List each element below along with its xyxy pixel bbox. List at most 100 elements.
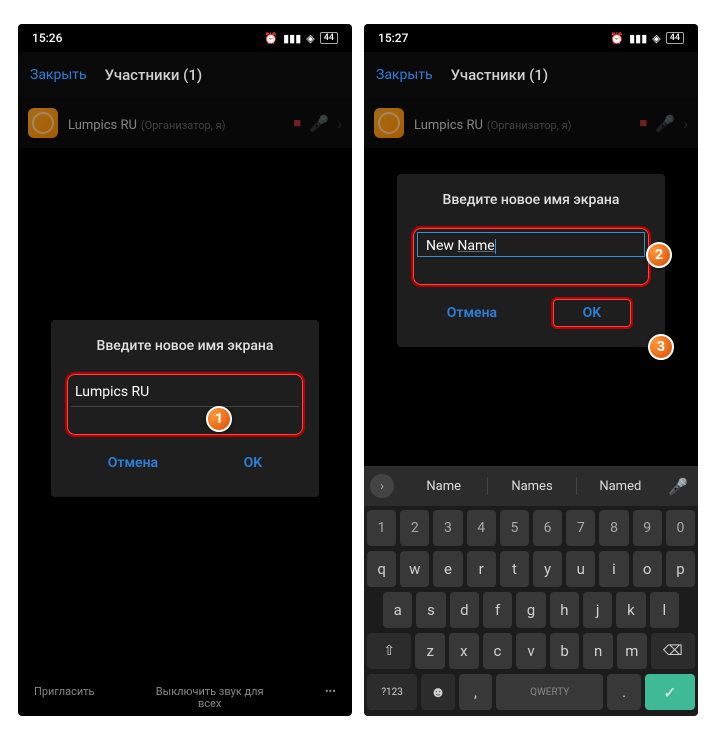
participant-row[interactable]: Lumpics RU (Организатор, я) ■ 🎤 › xyxy=(18,98,352,148)
key-b[interactable]: b xyxy=(550,633,580,669)
invite-button[interactable]: Пригласить xyxy=(34,686,95,710)
keyboard-suggestion-bar: › Name Names Named 🎤 xyxy=(364,466,698,506)
key-q[interactable]: q xyxy=(367,551,396,587)
callout-badge-3: 3 xyxy=(648,334,674,360)
key-c[interactable]: c xyxy=(483,633,513,669)
bottom-bar: Пригласить Выключить звук для всех ••• xyxy=(18,686,352,710)
expand-suggestions-icon[interactable]: › xyxy=(370,474,394,498)
suggestion-2[interactable]: Names xyxy=(490,473,573,500)
alarm-icon: ⏰ xyxy=(264,32,278,45)
name-input[interactable]: New Name xyxy=(422,232,500,260)
key-f[interactable]: f xyxy=(483,592,512,628)
avatar xyxy=(28,108,58,138)
cancel-button[interactable]: Отмена xyxy=(429,297,515,329)
chevron-right-icon: › xyxy=(683,114,688,133)
status-bar: 15:26 ⏰ ▮▮▮ ◈ 44 xyxy=(18,24,352,52)
key-z[interactable]: z xyxy=(415,633,445,669)
key-o[interactable]: o xyxy=(633,551,662,587)
signal-icon: ▮▮▮ xyxy=(629,32,647,45)
key-shift[interactable]: ⇧ xyxy=(367,633,411,669)
phone-screenshot-left: 15:26 ⏰ ▮▮▮ ◈ 44 Закрыть Участники (1) L… xyxy=(18,24,352,716)
suggestion-1[interactable]: Name xyxy=(402,473,485,500)
key-2[interactable]: 2 xyxy=(400,510,429,546)
key-n[interactable]: n xyxy=(583,633,613,669)
dialog-title: Введите новое имя экрана xyxy=(65,338,305,354)
key-emoji[interactable]: ☻ xyxy=(421,674,454,710)
key-6[interactable]: 6 xyxy=(533,510,562,546)
dialog-title: Введите новое имя экрана xyxy=(411,192,651,208)
key-r[interactable]: r xyxy=(467,551,496,587)
wifi-icon: ◈ xyxy=(306,32,314,45)
camera-icon: ■ xyxy=(639,115,647,131)
suggestion-3[interactable]: Named xyxy=(579,473,662,500)
key-symbols[interactable]: ?123 xyxy=(367,674,417,710)
participant-name: Lumpics RU xyxy=(68,118,137,133)
virtual-keyboard: 1 2 3 4 5 6 7 8 9 0 q w e r t y u i o p … xyxy=(364,506,698,716)
header-title: Участники (1) xyxy=(105,66,203,84)
ok-button[interactable]: OK xyxy=(226,447,281,479)
key-y[interactable]: y xyxy=(533,551,562,587)
key-a[interactable]: a xyxy=(383,592,412,628)
app-header: Закрыть Участники (1) xyxy=(18,52,352,98)
phone-screenshot-right: 15:27 ⏰ ▮▮▮ ◈ 44 Закрыть Участники (1) L… xyxy=(364,24,698,716)
header-title: Участники (1) xyxy=(451,66,549,84)
participant-meta: (Организатор, я) xyxy=(141,119,226,132)
battery-indicator: 44 xyxy=(320,32,338,44)
key-k[interactable]: k xyxy=(616,592,645,628)
key-l[interactable]: l xyxy=(650,592,679,628)
key-e[interactable]: e xyxy=(433,551,462,587)
ok-button[interactable]: OK xyxy=(551,297,634,329)
more-button[interactable]: ••• xyxy=(325,686,336,710)
name-input-wrapper[interactable]: New Name xyxy=(417,232,645,257)
rename-dialog: Введите новое имя экрана New Name Отмена… xyxy=(397,174,665,347)
key-period[interactable]: . xyxy=(607,674,640,710)
callout-highlight-1: Lumpics RU xyxy=(65,372,305,437)
chevron-right-icon: › xyxy=(337,114,342,133)
mic-icon: 🎤 xyxy=(655,114,675,133)
key-0[interactable]: 0 xyxy=(666,510,695,546)
key-v[interactable]: v xyxy=(516,633,546,669)
key-h[interactable]: h xyxy=(550,592,579,628)
status-bar: 15:27 ⏰ ▮▮▮ ◈ 44 xyxy=(364,24,698,52)
key-9[interactable]: 9 xyxy=(633,510,662,546)
key-x[interactable]: x xyxy=(449,633,479,669)
participant-meta: (Организатор, я) xyxy=(487,119,572,132)
close-button[interactable]: Закрыть xyxy=(30,67,87,83)
wifi-icon: ◈ xyxy=(652,32,660,45)
clock: 15:27 xyxy=(378,31,408,45)
camera-icon: ■ xyxy=(293,115,301,131)
participant-row[interactable]: Lumpics RU (Организатор, я) ■ 🎤 › xyxy=(364,98,698,148)
key-u[interactable]: u xyxy=(566,551,595,587)
key-8[interactable]: 8 xyxy=(599,510,628,546)
key-space[interactable]: QWERTY xyxy=(496,674,603,710)
key-5[interactable]: 5 xyxy=(500,510,529,546)
voice-input-icon[interactable]: 🎤 xyxy=(664,477,692,496)
participant-name: Lumpics RU xyxy=(414,118,483,133)
alarm-icon: ⏰ xyxy=(610,32,624,45)
key-t[interactable]: t xyxy=(500,551,529,587)
key-p[interactable]: p xyxy=(666,551,695,587)
mute-all-button[interactable]: Выключить звук для всех xyxy=(155,686,265,710)
key-backspace[interactable]: ⌫ xyxy=(651,633,695,669)
app-header: Закрыть Участники (1) xyxy=(364,52,698,98)
callout-badge-2: 2 xyxy=(646,242,672,268)
key-s[interactable]: s xyxy=(416,592,445,628)
clock: 15:26 xyxy=(32,31,62,45)
cancel-button[interactable]: Отмена xyxy=(90,447,176,479)
key-4[interactable]: 4 xyxy=(467,510,496,546)
key-1[interactable]: 1 xyxy=(367,510,396,546)
key-j[interactable]: j xyxy=(583,592,612,628)
key-w[interactable]: w xyxy=(400,551,429,587)
mic-icon: 🎤 xyxy=(309,114,329,133)
key-7[interactable]: 7 xyxy=(566,510,595,546)
key-enter[interactable]: ✓ xyxy=(645,674,695,710)
key-g[interactable]: g xyxy=(516,592,545,628)
key-m[interactable]: m xyxy=(617,633,647,669)
key-i[interactable]: i xyxy=(599,551,628,587)
signal-icon: ▮▮▮ xyxy=(283,32,301,45)
close-button[interactable]: Закрыть xyxy=(376,67,433,83)
key-3[interactable]: 3 xyxy=(433,510,462,546)
key-comma[interactable]: , xyxy=(459,674,492,710)
key-d[interactable]: d xyxy=(450,592,479,628)
name-input[interactable]: Lumpics RU xyxy=(71,378,299,407)
